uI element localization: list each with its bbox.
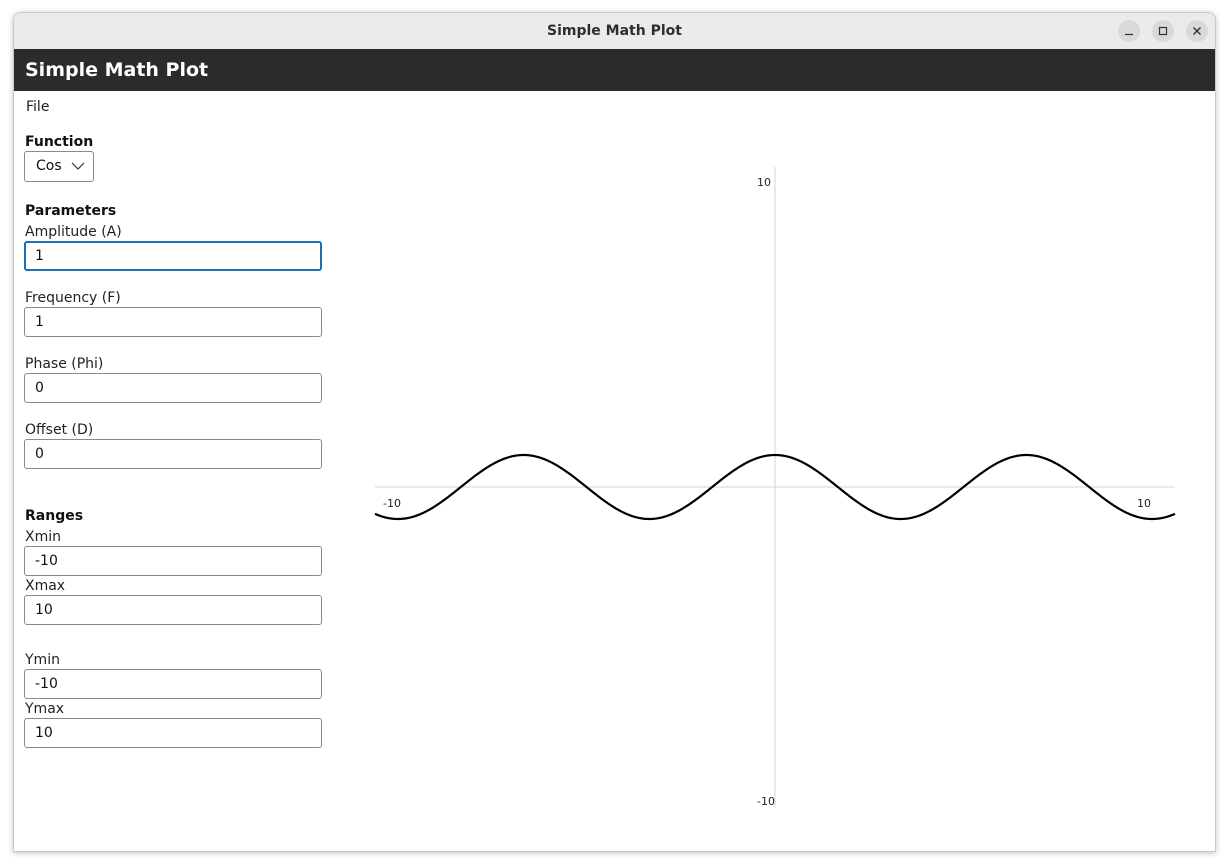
plot-canvas[interactable]: -10 10 10 -10: [14, 13, 1215, 851]
x-min-tick-label: -10: [383, 497, 401, 510]
x-max-tick-label: 10: [1137, 497, 1151, 510]
y-max-tick-label: 10: [757, 176, 771, 189]
y-min-tick-label: -10: [757, 795, 775, 808]
app-window: Simple Math Plot Simple Math Plot File F…: [13, 12, 1216, 852]
